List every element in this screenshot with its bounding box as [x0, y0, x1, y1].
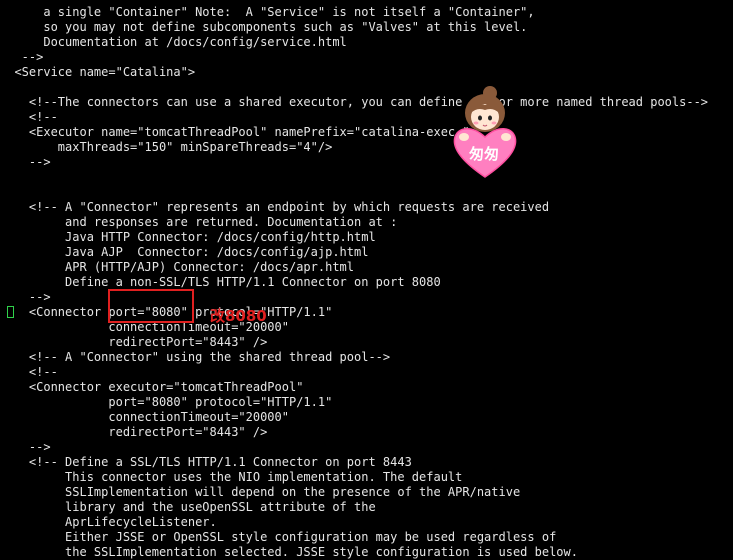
- port-change-annotation: 改8080: [210, 307, 267, 325]
- code-line: library and the useOpenSSL attribute of …: [0, 500, 376, 514]
- code-line: and responses are returned. Documentatio…: [0, 215, 398, 229]
- code-line: <!-- A "Connector" using the shared thre…: [0, 350, 391, 364]
- code-line: Define a non-SSL/TLS HTTP/1.1 Connector …: [0, 275, 441, 289]
- code-line: redirectPort="8443" />: [0, 335, 268, 349]
- code-line: Documentation at /docs/config/service.ht…: [0, 35, 347, 49]
- code-line: -->: [0, 50, 44, 64]
- code-line: Java AJP Connector: /docs/config/ajp.htm…: [0, 245, 369, 259]
- code-line: connectionTimeout="20000": [0, 410, 289, 424]
- code-line: <Connector executor="tomcatThreadPool": [0, 380, 304, 394]
- code-line: redirectPort="8443" />: [0, 425, 268, 439]
- code-line: <!--: [0, 365, 58, 379]
- code-line: SSLImplementation will depend on the pre…: [0, 485, 521, 499]
- code-line: <!--The connectors can use a shared exec…: [0, 95, 709, 109]
- code-line: Java HTTP Connector: /docs/config/http.h…: [0, 230, 376, 244]
- code-line: This connector uses the NIO implementati…: [0, 470, 463, 484]
- girl-heart-sticker-icon: [453, 86, 517, 178]
- code-line: -->: [0, 155, 51, 169]
- code-line: Either JSSE or OpenSSL style configurati…: [0, 530, 557, 544]
- code-line: the SSLImplementation selected. JSSE sty…: [0, 545, 578, 559]
- port-highlight-box: [108, 289, 194, 323]
- code-line: AprLifecycleListener.: [0, 515, 217, 529]
- code-line: APR (HTTP/AJP) Connector: /docs/apr.html: [0, 260, 355, 274]
- code-line: -->: [0, 440, 51, 454]
- code-line: <Executor name="tomcatThreadPool" namePr…: [0, 125, 470, 139]
- terminal-window[interactable]: a single "Container" Note: A "Service" i…: [0, 0, 733, 559]
- code-line: maxThreads="150" minSpareThreads="4"/>: [0, 140, 333, 154]
- code-line: so you may not define subcomponents such…: [0, 20, 528, 34]
- terminal-cursor: [7, 306, 14, 318]
- code-line: <!-- Define a SSL/TLS HTTP/1.1 Connector…: [0, 455, 412, 469]
- code-line: port="8080" protocol="HTTP/1.1": [0, 395, 333, 409]
- code-line: <Service name="Catalina">: [0, 65, 196, 79]
- code-line: -->: [0, 290, 51, 304]
- code-line: a single "Container" Note: A "Service" i…: [0, 5, 535, 19]
- code-line: <!-- A "Connector" represents an endpoin…: [0, 200, 550, 214]
- sticker-label: 匆匆: [469, 145, 500, 163]
- code-line: <!--: [0, 110, 58, 124]
